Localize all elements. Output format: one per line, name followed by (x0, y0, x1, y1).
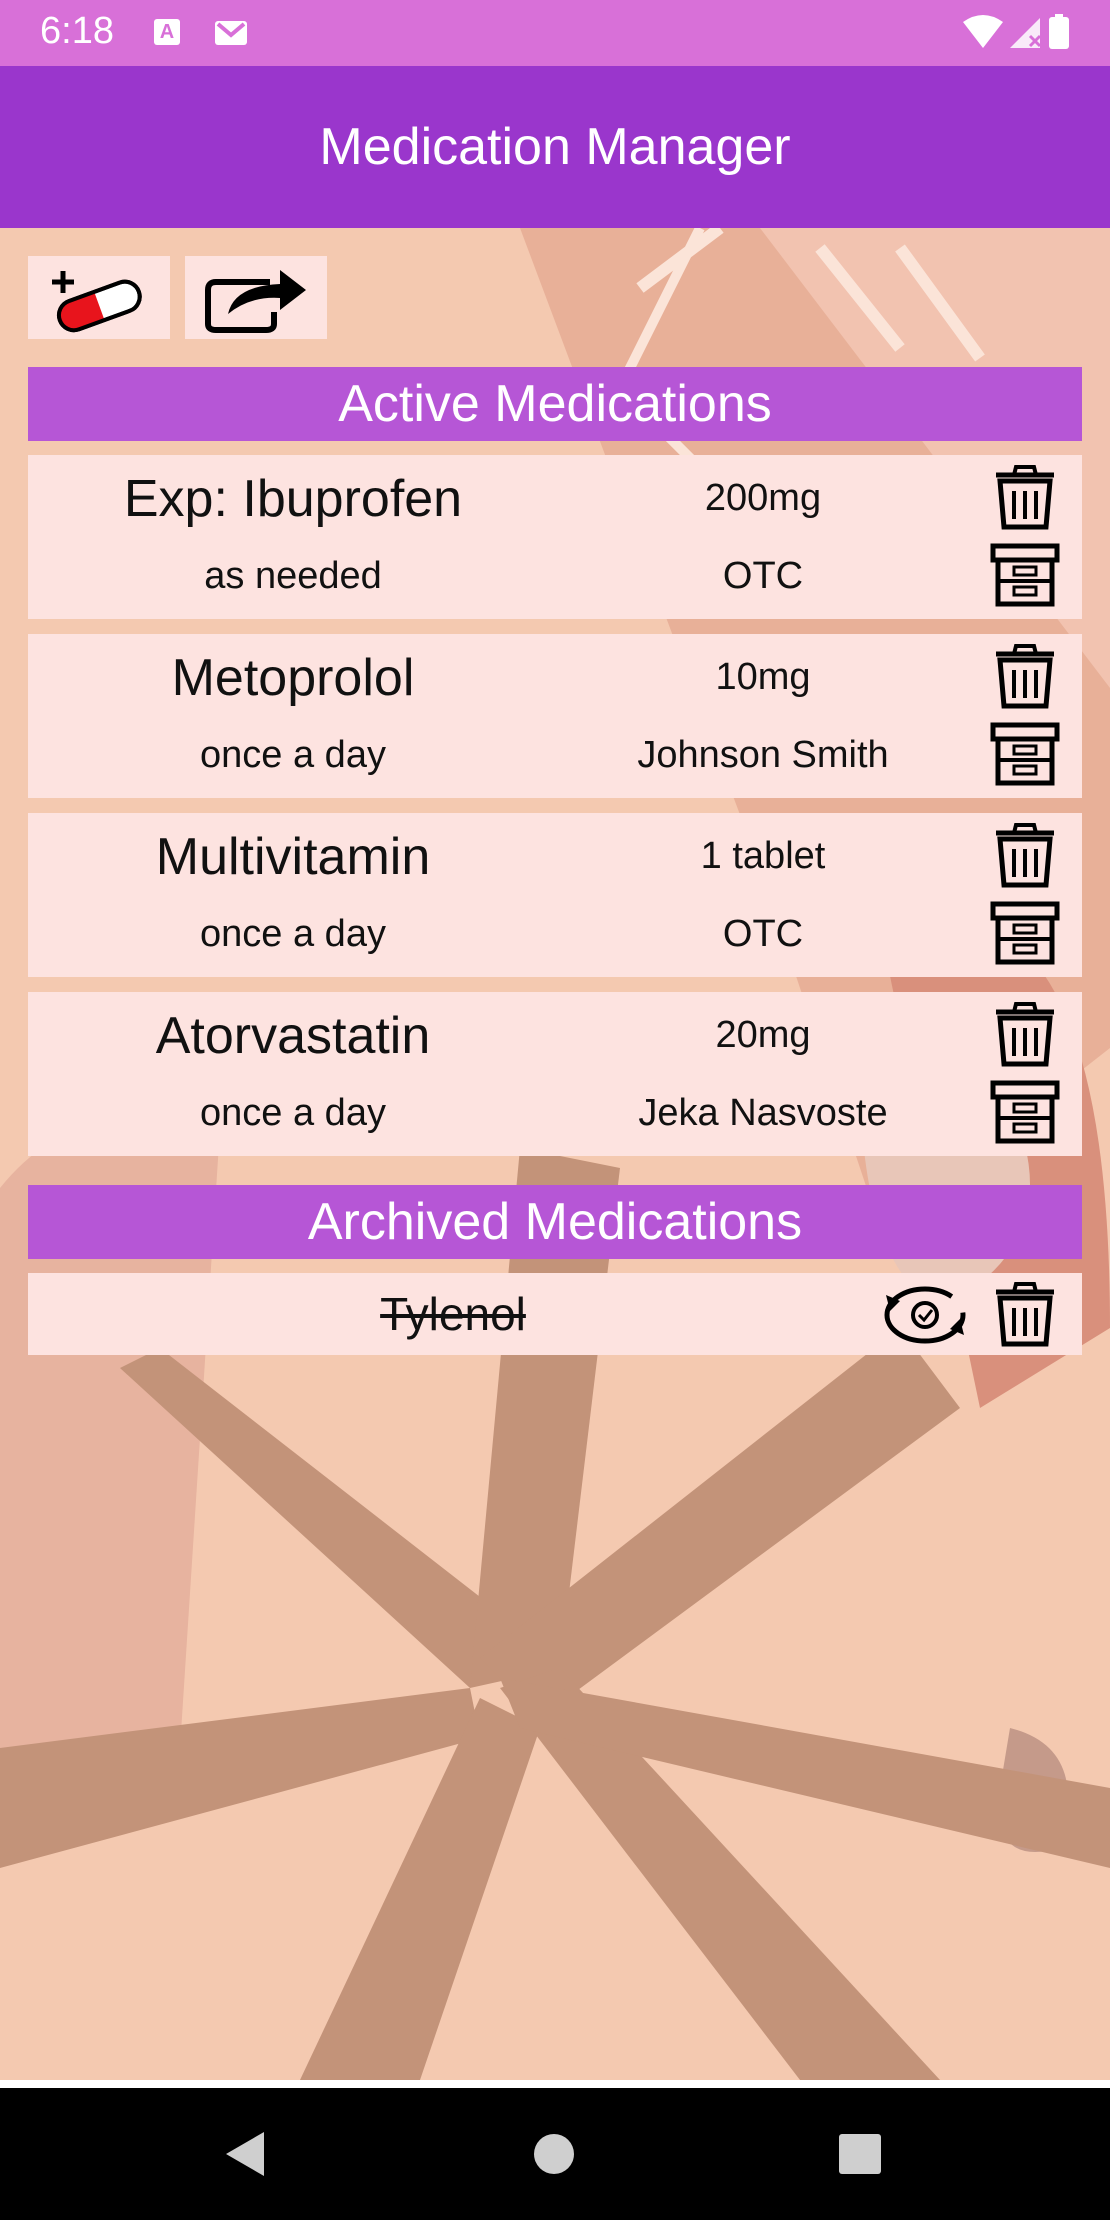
gmail-icon (215, 21, 247, 45)
archive-icon[interactable] (990, 543, 1060, 607)
medication-card[interactable]: Metoprolol 10mg once a day Johnson Smith (28, 634, 1082, 798)
battery-icon (1049, 14, 1069, 49)
archive-icon[interactable] (990, 1080, 1060, 1144)
home-icon[interactable] (532, 2132, 576, 2176)
archive-icon[interactable] (990, 722, 1060, 786)
medication-name: Metoprolol (171, 649, 415, 707)
trash-icon[interactable] (990, 821, 1060, 889)
medication-card[interactable]: Exp: Ibuprofen 200mg as needed OTC (28, 455, 1082, 619)
active-medications-header: Active Medications (28, 367, 1082, 441)
share-button[interactable] (185, 256, 327, 339)
medication-prescriber: OTC (722, 555, 804, 597)
back-icon[interactable] (224, 2130, 266, 2178)
app-bar: Medication Manager (0, 66, 1110, 228)
medication-dose: 10mg (715, 656, 811, 698)
signal-icon (1009, 18, 1041, 48)
medication-prescriber: Johnson Smith (637, 734, 889, 776)
trash-icon[interactable] (990, 1000, 1060, 1068)
archive-icon[interactable] (990, 901, 1060, 965)
medication-frequency: once a day (200, 913, 386, 955)
medication-dose: 200mg (704, 477, 822, 519)
app-title: Medication Manager (319, 118, 791, 176)
medication-card[interactable]: Atorvastatin 20mg once a day Jeka Nasvos… (28, 992, 1082, 1156)
wifi-icon (963, 15, 1004, 48)
medication-frequency: as needed (204, 555, 382, 597)
medication-name: Atorvastatin (155, 1007, 431, 1065)
add-medication-button[interactable] (28, 256, 170, 339)
status-right-icons (963, 14, 1070, 55)
app-notification-icon: A (154, 19, 180, 45)
medication-card[interactable]: Multivitamin 1 tablet once a day OTC (28, 813, 1082, 977)
trash-icon[interactable] (990, 1279, 1060, 1349)
archived-medication-name: Tylenol (380, 1288, 526, 1340)
status-bar: 6:18 A (0, 0, 1110, 66)
trash-icon[interactable] (990, 642, 1060, 710)
trash-icon[interactable] (990, 463, 1060, 531)
add-medication-icon (52, 270, 142, 332)
medication-frequency: once a day (200, 734, 386, 776)
medication-dose: 1 tablet (700, 835, 826, 877)
status-time: 6:18 (40, 10, 114, 52)
archived-medication-card[interactable]: Tylenol (28, 1273, 1082, 1355)
nav-divider (0, 2080, 1110, 2088)
restore-icon[interactable] (880, 1279, 970, 1351)
archived-medications-header: Archived Medications (28, 1185, 1082, 1259)
medication-frequency: once a day (200, 1092, 386, 1134)
medication-prescriber: OTC (722, 913, 804, 955)
recent-apps-icon[interactable] (838, 2133, 882, 2175)
medication-prescriber: Jeka Nasvoste (638, 1092, 888, 1134)
share-export-icon (205, 269, 306, 333)
medication-dose: 20mg (715, 1014, 811, 1056)
medication-name: Multivitamin (155, 828, 431, 886)
medication-name: Exp: Ibuprofen (123, 470, 463, 528)
system-nav-bar (0, 2088, 1110, 2220)
